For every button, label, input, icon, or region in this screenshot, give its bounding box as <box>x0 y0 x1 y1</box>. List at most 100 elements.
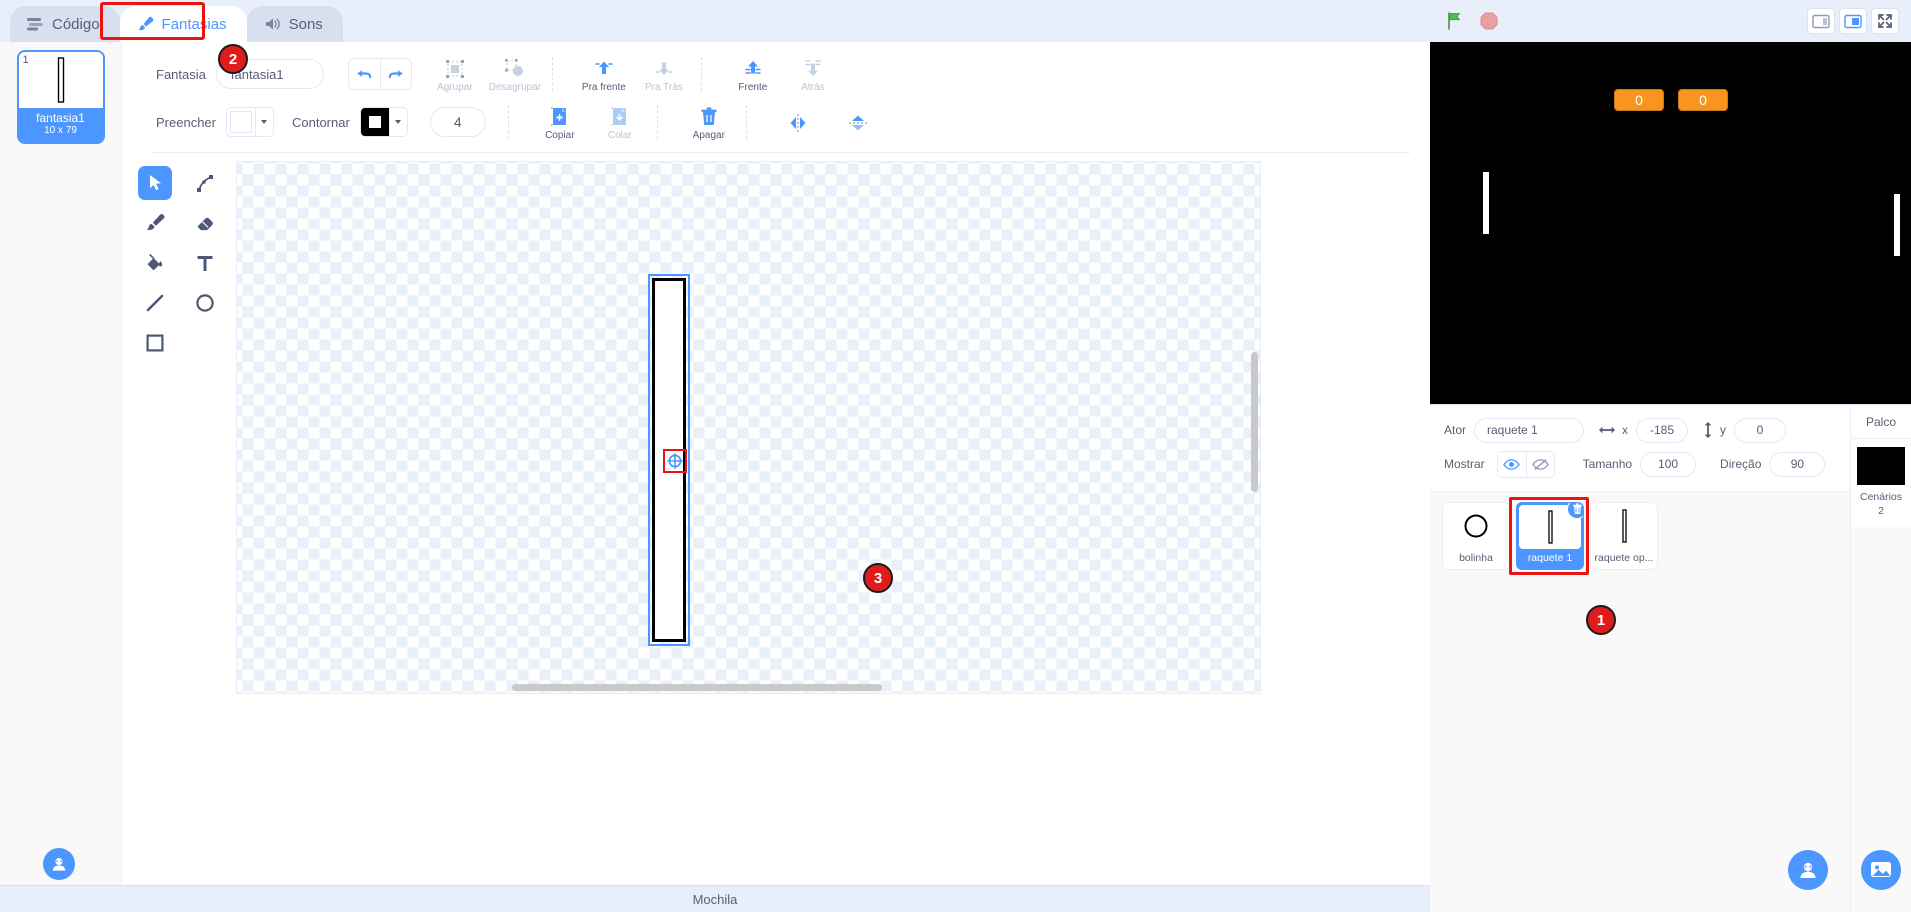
add-sprite-icon[interactable] <box>1788 850 1828 890</box>
drawing-canvas[interactable] <box>236 161 1261 694</box>
brush-icon <box>136 16 154 32</box>
stage-paddle-left <box>1483 172 1489 234</box>
tab-label: Sons <box>288 15 323 33</box>
eraser-icon <box>197 217 213 231</box>
ellipse-tool[interactable] <box>180 283 230 323</box>
undo-redo-group <box>347 58 412 90</box>
sprite-name-input[interactable] <box>1474 417 1585 443</box>
eraser-tool[interactable] <box>180 203 230 243</box>
fill-tool[interactable] <box>130 243 180 283</box>
sprite-y-input[interactable] <box>1734 417 1787 443</box>
paste-label: Colar <box>607 129 632 141</box>
canvas-vertical-scrollbar[interactable] <box>1251 352 1258 492</box>
flip-horizontal-button[interactable] <box>769 110 827 134</box>
reshape-icon <box>197 175 213 192</box>
costume-item[interactable]: 1 fantasia1 10 x 79 <box>16 50 105 144</box>
eye-icon[interactable] <box>1497 451 1526 477</box>
sprite-size-input[interactable] <box>1640 451 1697 477</box>
group-actions: Agrupar Desagrupar <box>426 56 544 93</box>
sprite-info-panel: Ator x y Mostrar Tamanho <box>1430 405 1850 492</box>
toolbar-divider <box>507 105 509 139</box>
sprite-direction-input[interactable] <box>1769 451 1826 477</box>
paste-button[interactable]: Colar <box>591 104 649 141</box>
back-label: Atrás <box>801 81 825 93</box>
sprite-name: bolinha <box>1459 552 1493 564</box>
ungroup-button[interactable]: Desagrupar <box>486 56 544 93</box>
costume-label-block: fantasia1 10 x 79 <box>18 108 103 142</box>
brush-tool[interactable] <box>130 203 180 243</box>
copy-button[interactable]: Copiar <box>531 104 589 141</box>
flip-vertical-button[interactable] <box>829 110 887 134</box>
text-icon <box>197 256 213 271</box>
line-tool[interactable] <box>130 283 180 323</box>
large-stage-icon[interactable] <box>1839 8 1867 34</box>
toolbar-divider <box>551 57 553 91</box>
ungroup-icon <box>504 58 523 76</box>
paint-tool-palette <box>130 163 230 363</box>
sprite-info-row-1: Ator x y <box>1430 413 1850 447</box>
front-label: Frente <box>738 81 768 93</box>
backpack-bar[interactable]: Mochila <box>0 885 1430 912</box>
reshape-tool[interactable] <box>180 163 230 203</box>
back-button[interactable]: Atrás <box>784 56 842 93</box>
small-stage-icon[interactable] <box>1807 8 1835 34</box>
sprite-item-bolinha[interactable]: bolinha <box>1442 502 1510 570</box>
green-flag-icon[interactable] <box>1442 8 1468 34</box>
outline-swatch-color <box>368 116 381 128</box>
callout-marker-3: 3 <box>863 563 893 593</box>
front-button[interactable]: Frente <box>724 56 782 93</box>
undo-icon[interactable] <box>348 59 380 89</box>
costume-size: 10 x 79 <box>44 125 77 136</box>
direction-label: Direção <box>1720 457 1762 471</box>
ungroup-label: Desagrupar <box>488 81 541 93</box>
layer-move-actions: Pra frente Pra Trás <box>575 56 693 93</box>
clipboard-actions: Copiar Colar <box>531 104 649 141</box>
sprite-info-row-2: Mostrar Tamanho Direção <box>1430 447 1850 481</box>
costume-list-panel: 1 fantasia1 10 x 79 <box>0 42 122 902</box>
backward-label: Pra Trás <box>644 81 683 93</box>
stroke-width-input[interactable] <box>429 107 486 137</box>
delete-sprite-icon[interactable] <box>1567 503 1583 519</box>
add-costume-icon[interactable] <box>43 848 75 880</box>
fullscreen-icon[interactable] <box>1871 8 1899 34</box>
delete-button[interactable]: Apagar <box>680 104 738 141</box>
forward-icon <box>595 61 613 74</box>
stop-icon[interactable] <box>1476 8 1502 34</box>
stage-canvas[interactable]: 0 0 <box>1430 42 1911 404</box>
fill-color-picker[interactable] <box>225 107 274 137</box>
add-backdrop-icon[interactable] <box>1861 850 1901 890</box>
sprite-x-input[interactable] <box>1636 417 1689 443</box>
group-button[interactable]: Agrupar <box>426 56 484 93</box>
paint-editor: Fantasia Agrupar Desagrupar <box>122 42 1430 912</box>
circle-sprite-icon <box>1464 514 1488 538</box>
tab-sons[interactable]: Sons <box>246 6 343 42</box>
outline-swatch[interactable] <box>360 108 389 136</box>
sprite-item-raquete-op[interactable]: raquete op... <box>1590 502 1658 570</box>
rectangle-tool[interactable] <box>130 323 180 363</box>
backward-button[interactable]: Pra Trás <box>635 56 693 93</box>
chevron-down-icon[interactable] <box>254 108 273 136</box>
stage-card[interactable]: Cenários 2 <box>1851 439 1911 527</box>
tab-fantasias[interactable]: Fantasias <box>119 6 247 42</box>
sprite-item-raquete-1[interactable]: raquete 1 <box>1516 502 1584 570</box>
delete-icon <box>701 106 717 125</box>
redo-icon[interactable] <box>379 59 411 89</box>
chevron-down-icon[interactable] <box>388 108 407 136</box>
paste-icon <box>610 106 626 126</box>
fill-swatch[interactable] <box>226 108 255 136</box>
copy-icon <box>550 106 566 126</box>
eye-slash-icon[interactable] <box>1525 451 1554 477</box>
fill-label: Preencher <box>156 114 216 130</box>
text-tool[interactable] <box>180 243 230 283</box>
backpack-label: Mochila <box>692 891 738 907</box>
canvas-horizontal-scrollbar[interactable] <box>512 684 882 691</box>
tab-codigo[interactable]: Código <box>10 6 120 42</box>
outline-color-picker[interactable] <box>359 107 408 137</box>
forward-button[interactable]: Pra frente <box>575 56 633 93</box>
actor-label: Ator <box>1444 423 1467 437</box>
sprite-list: bolinha raquete 1 raquete op... <box>1430 492 1850 580</box>
callout-marker-1: 1 <box>1586 605 1616 635</box>
editor-tab-bar: Código Fantasias Sons <box>0 0 1430 42</box>
select-tool[interactable] <box>130 163 180 203</box>
sprite-thumbnail <box>1443 503 1509 549</box>
